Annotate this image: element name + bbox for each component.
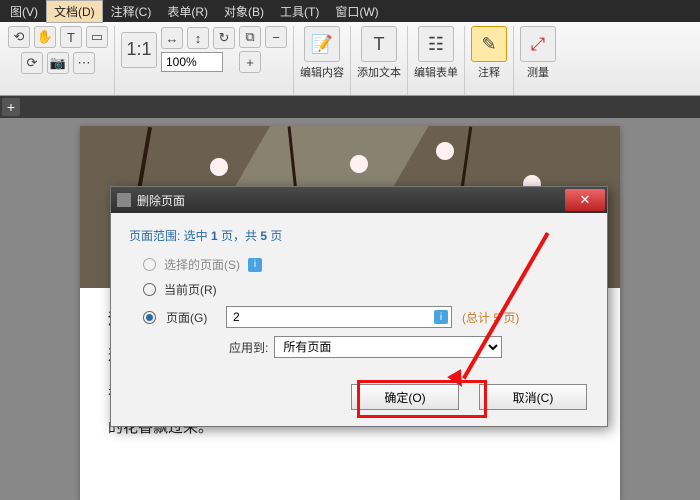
option-pages-row: 页面(G) i (总计 5 页) <box>143 306 589 328</box>
annotate-label: 注释 <box>478 64 500 80</box>
option-selected-pages: 选择的页面(S) i <box>143 256 589 273</box>
more-icon[interactable]: ⋯ <box>73 52 95 74</box>
ribbon-group-edit-content: 📝 编辑内容 <box>294 26 351 95</box>
add-text-icon[interactable]: T <box>361 26 397 62</box>
apply-row: 应用到: 所有页面 <box>229 336 589 358</box>
ribbon-group-add-text: T 添加文本 <box>351 26 408 95</box>
dialog-icon <box>117 193 131 207</box>
measure-icon[interactable]: ⤢ <box>520 26 556 62</box>
dialog-title: 删除页面 <box>137 192 185 209</box>
zoom-select[interactable] <box>161 52 223 72</box>
ribbon-group-edit-form: ☷ 编辑表单 <box>408 26 465 95</box>
edit-form-label: 编辑表单 <box>414 64 458 80</box>
option-pages-label: 页面(G) <box>166 309 216 326</box>
ribbon-group-zoom: 1:1 ↔ ↕ ↻ ⧉ − + <box>115 26 294 95</box>
edit-form-icon[interactable]: ☷ <box>418 26 454 62</box>
pointer-icon[interactable]: ▭ <box>86 26 108 48</box>
fit-width-icon[interactable]: ↔ <box>161 27 183 49</box>
apply-select[interactable]: 所有页面 <box>274 336 502 358</box>
new-tab-button[interactable]: + <box>2 98 20 116</box>
total-pages-label: (总计 5 页) <box>462 309 519 326</box>
page-range-label: 页面范围: 选中 1 页，共 5 页 <box>129 227 589 244</box>
forward-icon[interactable]: ⟳ <box>21 52 43 74</box>
menu-window[interactable]: 窗口(W) <box>327 0 386 23</box>
text-select-icon[interactable]: T <box>60 26 82 48</box>
info-icon[interactable]: i <box>434 310 448 324</box>
add-text-label: 添加文本 <box>357 64 401 80</box>
fit-page-icon[interactable]: 1:1 <box>121 32 157 68</box>
ribbon: ⟲ ✋ T ▭ ⟳ 📷 ⋯ 1:1 ↔ ↕ ↻ <box>0 22 700 96</box>
ribbon-group-measure: ⤢ 测量 <box>514 26 562 95</box>
menu-view[interactable]: 图(V) <box>2 0 46 23</box>
menubar: 图(V) 文档(D) 注释(C) 表单(R) 对象(B) 工具(T) 窗口(W) <box>0 0 700 22</box>
rotate-icon[interactable]: ↻ <box>213 27 235 49</box>
zoom-in-icon[interactable]: + <box>239 51 261 73</box>
menu-object[interactable]: 对象(B) <box>216 0 272 23</box>
radio-pages[interactable] <box>143 311 156 324</box>
menu-form[interactable]: 表单(R) <box>159 0 216 23</box>
measure-label: 测量 <box>527 64 549 80</box>
menu-annotate[interactable]: 注释(C) <box>103 0 160 23</box>
dialog-titlebar[interactable]: 删除页面 ✕ <box>111 187 607 213</box>
zoom-area-icon[interactable]: ⧉ <box>239 26 261 48</box>
option-current-label: 当前页(R) <box>164 281 217 298</box>
annotate-icon[interactable]: ✎ <box>471 26 507 62</box>
menu-tools[interactable]: 工具(T) <box>272 0 327 23</box>
option-current-page[interactable]: 当前页(R) <box>143 281 589 298</box>
hand-icon[interactable]: ✋ <box>34 26 56 48</box>
edit-content-icon[interactable]: 📝 <box>304 26 340 62</box>
close-icon[interactable]: ✕ <box>565 189 605 211</box>
annotation-ok-highlight <box>357 380 487 418</box>
option-selected-label: 选择的页面(S) <box>164 256 240 273</box>
apply-label: 应用到: <box>229 339 268 356</box>
menu-document[interactable]: 文档(D) <box>46 0 103 23</box>
ribbon-group-annotate: ✎ 注释 <box>465 26 514 95</box>
pages-input[interactable] <box>226 306 452 328</box>
back-icon[interactable]: ⟲ <box>8 26 30 48</box>
camera-icon[interactable]: 📷 <box>47 52 69 74</box>
ribbon-group-nav: ⟲ ✋ T ▭ ⟳ 📷 ⋯ <box>2 26 115 95</box>
cancel-button[interactable]: 取消(C) <box>479 384 587 410</box>
info-icon[interactable]: i <box>248 258 262 272</box>
zoom-out-icon[interactable]: − <box>265 26 287 48</box>
document-tabbar: + <box>0 96 700 118</box>
edit-content-label: 编辑内容 <box>300 64 344 80</box>
fit-height-icon[interactable]: ↕ <box>187 27 209 49</box>
radio-selected-pages <box>143 258 156 271</box>
dialog-body: 页面范围: 选中 1 页，共 5 页 选择的页面(S) i 当前页(R) 页面(… <box>111 213 607 370</box>
radio-current-page[interactable] <box>143 283 156 296</box>
